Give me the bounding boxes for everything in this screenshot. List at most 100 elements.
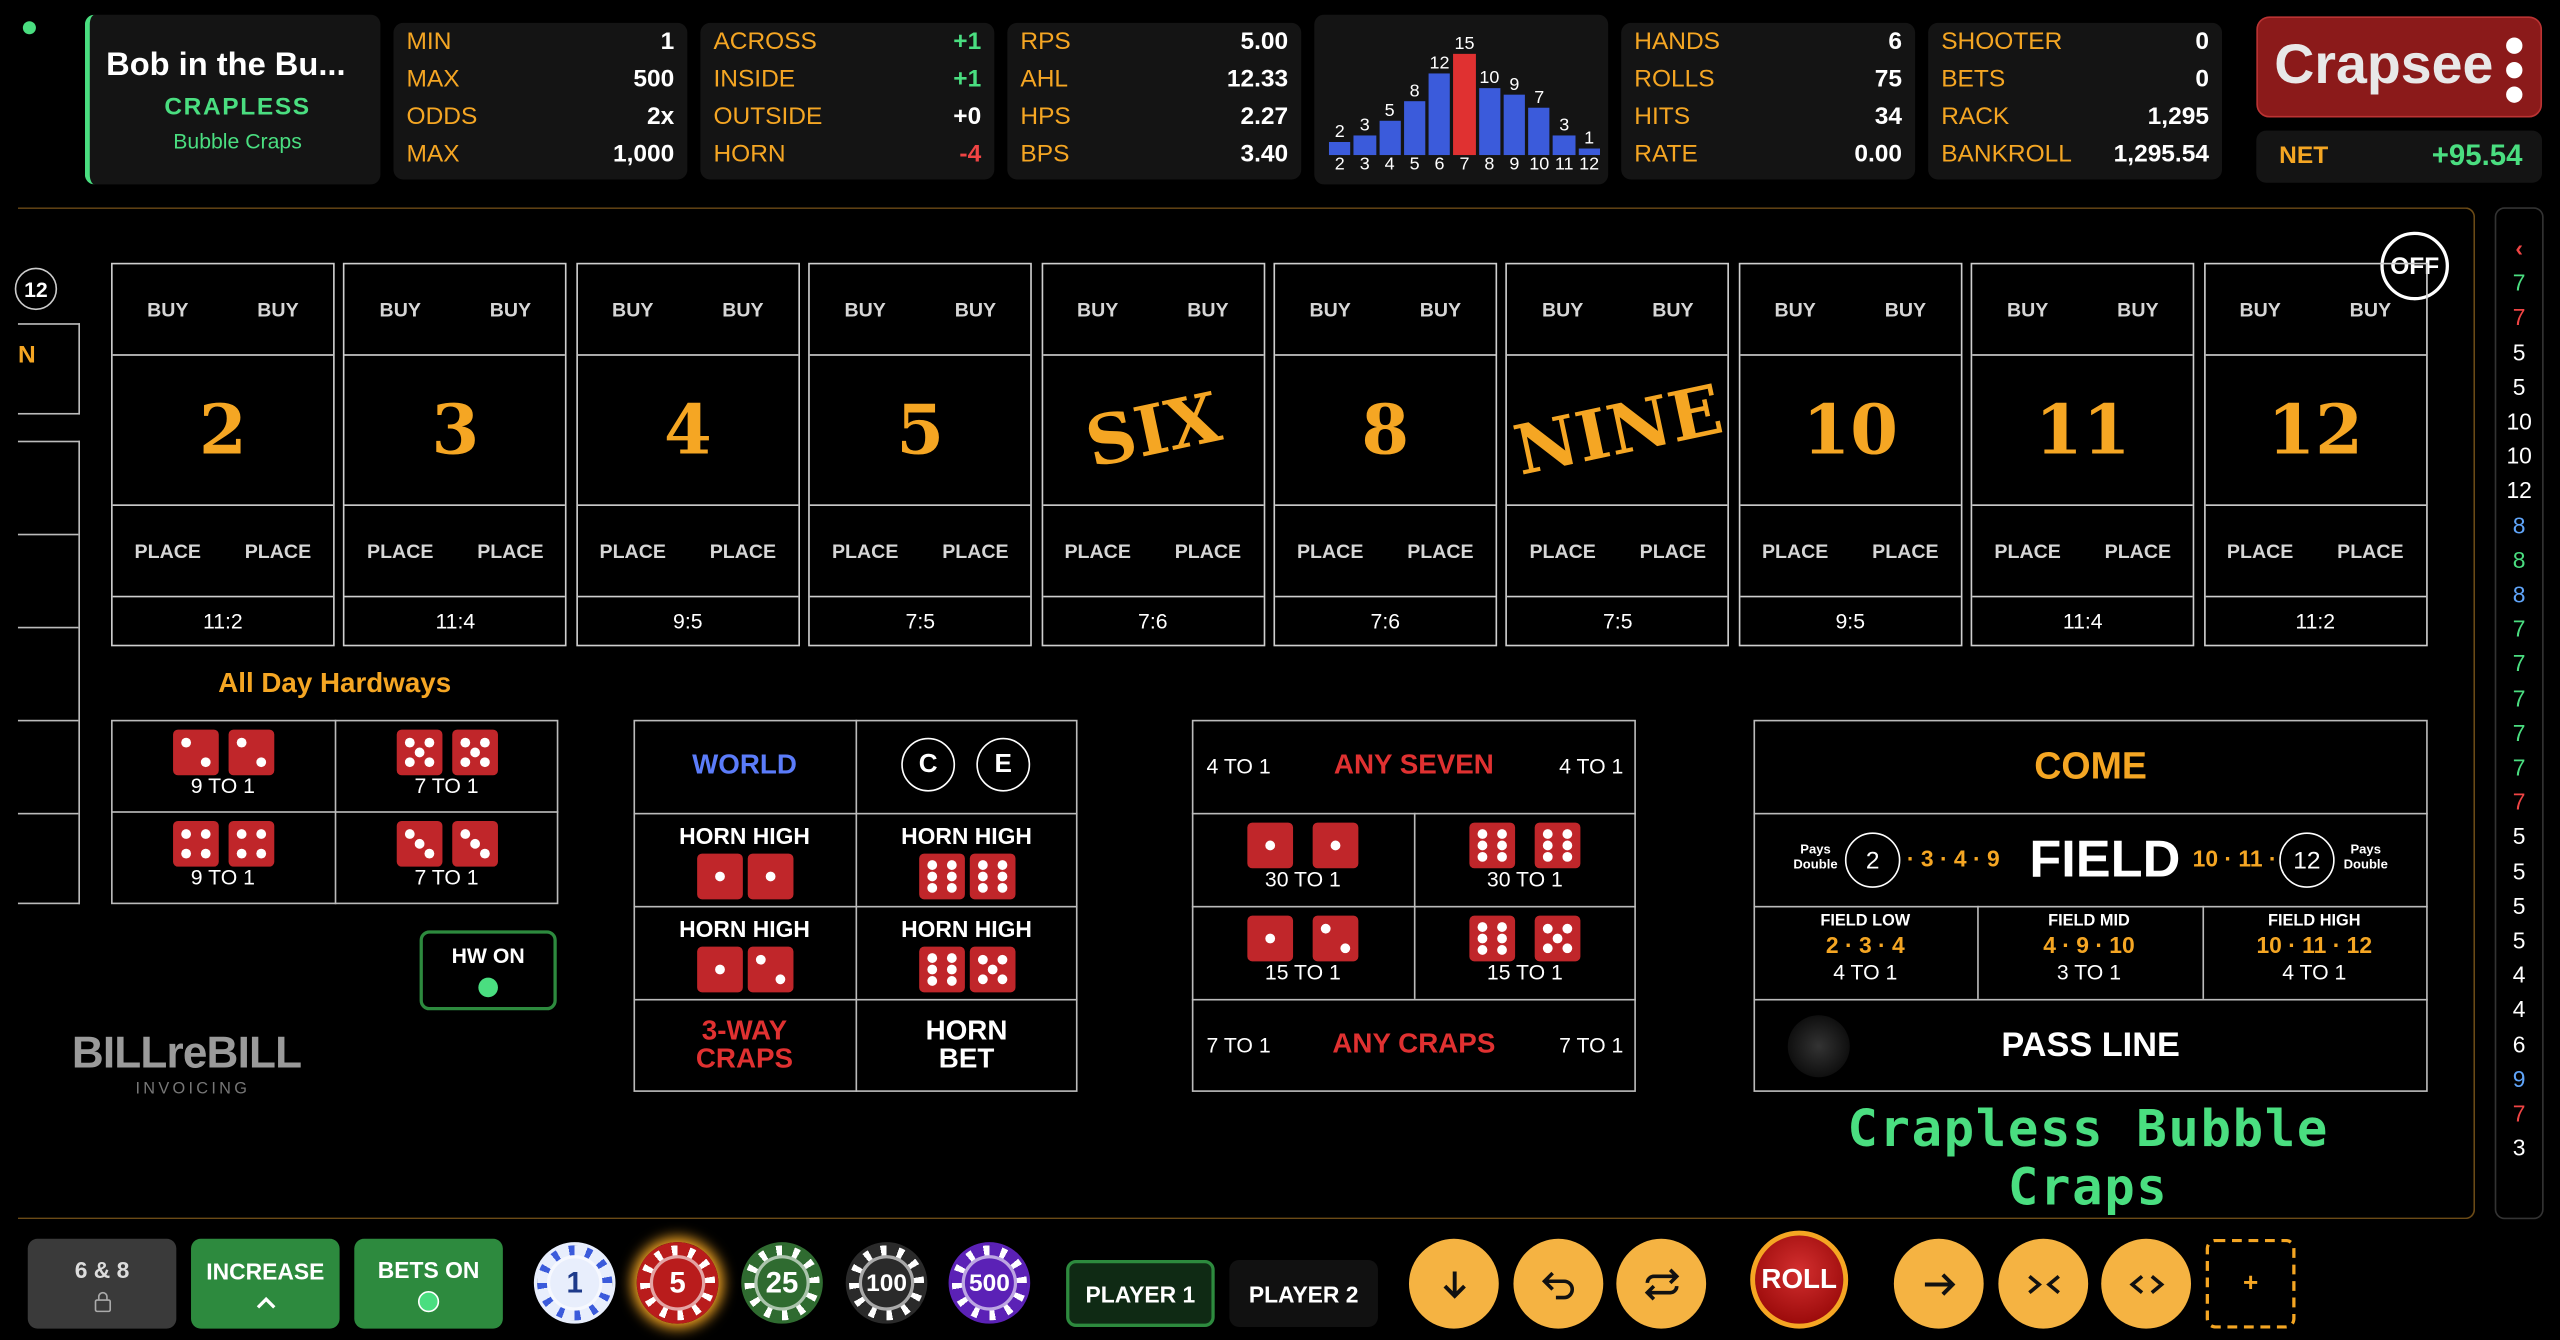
field-high-bet[interactable]: FIELD HIGH 10 · 11 · 12 4 TO 1	[2202, 906, 2426, 999]
number-box-six[interactable]: BUY BUY SIX PLACE PLACE 7:6	[1040, 262, 1265, 647]
next-button[interactable]	[1893, 1238, 1984, 1329]
repeat-button[interactable]	[1616, 1238, 1707, 1329]
table-info-panel[interactable]: Bob in the Bu... CRAPLESS Bubble Craps	[84, 14, 381, 185]
buy-label[interactable]: BUY	[955, 298, 996, 321]
collapse-button[interactable]	[1998, 1238, 2089, 1329]
number-box-2[interactable]: BUY BUY 2 PLACE PLACE 11:2	[111, 262, 335, 647]
place-label[interactable]: PLACE	[2227, 539, 2293, 562]
number-box-5[interactable]: BUY BUY 5 PLACE PLACE 7:5	[808, 262, 1033, 647]
chip-5[interactable]: 5	[636, 1242, 719, 1324]
place-label[interactable]: PLACE	[600, 539, 666, 562]
player-1-tab[interactable]: PLAYER 1	[1066, 1260, 1215, 1327]
number-label[interactable]: SIX	[1042, 356, 1264, 506]
buy-label[interactable]: BUY	[1774, 298, 1815, 321]
prop-bet[interactable]	[1192, 813, 1414, 906]
place-label[interactable]: PLACE	[1640, 539, 1706, 562]
roll-button[interactable]: ROLL	[1750, 1230, 1849, 1329]
down-arrow-button[interactable]	[1408, 1238, 1499, 1329]
place-label[interactable]: PLACE	[1529, 539, 1595, 562]
number-box-11[interactable]: BUY BUY 11 PLACE PLACE 11:4	[1970, 262, 2195, 647]
craps-c-bet[interactable]: C	[901, 737, 956, 792]
expand-button[interactable]	[2101, 1238, 2192, 1329]
place-label[interactable]: PLACE	[135, 539, 201, 562]
prop-bet[interactable]	[1414, 906, 1636, 999]
player-2-tab[interactable]: PLAYER 2	[1229, 1260, 1378, 1327]
field-low-bet[interactable]: FIELD LOW 2 · 3 · 44 TO 1	[1753, 906, 1977, 999]
buy-label[interactable]: BUY	[1542, 298, 1583, 321]
chip-500[interactable]: 500	[948, 1242, 1031, 1324]
six-eight-button[interactable]: 6 & 8	[27, 1238, 177, 1329]
buy-label[interactable]: BUY	[2239, 298, 2280, 321]
number-label[interactable]: 5	[810, 356, 1031, 506]
hardways-on-toggle[interactable]: HW ON	[419, 930, 557, 1011]
buy-label[interactable]: BUY	[1077, 298, 1118, 321]
number-box-8[interactable]: BUY BUY 8 PLACE PLACE 7:6	[1273, 262, 1498, 647]
number-label[interactable]: 10	[1740, 356, 1961, 506]
left-stub-box[interactable]: N	[17, 323, 80, 415]
undo-button[interactable]	[1513, 1238, 1604, 1329]
buy-label[interactable]: BUY	[1652, 298, 1693, 321]
prop-bet[interactable]	[1192, 906, 1414, 999]
chip-25[interactable]: 25	[741, 1242, 823, 1324]
buy-label[interactable]: BUY	[1420, 298, 1461, 321]
number-label[interactable]: 12	[2205, 356, 2426, 506]
left-stub-number[interactable]: 12	[14, 267, 58, 311]
come-bet[interactable]: COME	[1753, 744, 2427, 788]
chip-1[interactable]: 1	[533, 1242, 616, 1324]
number-box-4[interactable]: BUY BUY 4 PLACE PLACE 9:5	[575, 262, 800, 647]
bets-on-button[interactable]: BETS ON	[354, 1238, 503, 1329]
buy-label[interactable]: BUY	[490, 298, 531, 321]
chip-100[interactable]: 100	[845, 1242, 928, 1324]
buy-label[interactable]: BUY	[1187, 298, 1228, 321]
place-label[interactable]: PLACE	[1762, 539, 1828, 562]
place-label[interactable]: PLACE	[1994, 539, 2060, 562]
place-label[interactable]: PLACE	[1407, 539, 1473, 562]
field-mid-bet[interactable]: FIELD MID 4 · 9 · 10 3 TO 1	[1977, 906, 2201, 999]
number-label[interactable]: 11	[1972, 356, 2193, 506]
number-label[interactable]: 3	[345, 356, 566, 506]
buy-label[interactable]: BUY	[612, 298, 653, 321]
buy-label[interactable]: BUY	[380, 298, 421, 321]
buy-label[interactable]: BUY	[2117, 298, 2158, 321]
world-bet[interactable]: WORLD	[633, 749, 855, 782]
place-label[interactable]: PLACE	[1175, 539, 1241, 562]
place-label[interactable]: PLACE	[2337, 539, 2403, 562]
buy-label[interactable]: BUY	[722, 298, 763, 321]
buy-label[interactable]: BUY	[1310, 298, 1351, 321]
crapsee-logo[interactable]: Crapsee	[2256, 16, 2543, 118]
kebab-menu-icon[interactable]	[2506, 37, 2523, 103]
number-label[interactable]: NINE	[1507, 356, 1729, 506]
chevron-left-icon[interactable]: ‹	[2496, 232, 2542, 267]
number-label[interactable]: 2	[112, 356, 334, 506]
place-label[interactable]: PLACE	[1297, 539, 1363, 562]
place-label[interactable]: PLACE	[1872, 539, 1938, 562]
increase-button[interactable]: INCREASE	[191, 1238, 340, 1329]
buy-label[interactable]: BUY	[2350, 298, 2391, 321]
horn-bet[interactable]: HORN BET	[856, 1017, 1078, 1072]
number-box-3[interactable]: BUY BUY 3 PLACE PLACE 11:4	[343, 262, 568, 647]
number-label[interactable]: 8	[1275, 356, 1496, 506]
add-button[interactable]: +	[2205, 1238, 2296, 1329]
three-way-craps-bet[interactable]: 3-WAY CRAPS	[633, 1017, 855, 1072]
buy-label[interactable]: BUY	[257, 298, 298, 321]
place-label[interactable]: PLACE	[2105, 539, 2171, 562]
number-box-nine[interactable]: BUY BUY NINE PLACE PLACE 7:5	[1505, 262, 1730, 647]
place-label[interactable]: PLACE	[477, 539, 543, 562]
number-box-10[interactable]: BUY BUY 10 PLACE PLACE 9:5	[1738, 262, 1963, 647]
buy-label[interactable]: BUY	[2007, 298, 2048, 321]
buy-label[interactable]: BUY	[1885, 298, 1926, 321]
number-box-12[interactable]: BUY BUY 12 PLACE PLACE 11:2	[2203, 262, 2428, 647]
roll-history-sidebar[interactable]: ‹ 7 7 5 5 10 10 12 8 8 8 7 7 7 7 7 7 5 5 5 5 4 4 6 9 7 3	[2494, 207, 2544, 1220]
place-label[interactable]: PLACE	[1064, 539, 1130, 562]
eleven-e-bet[interactable]: E	[976, 737, 1031, 792]
place-label[interactable]: PLACE	[245, 539, 311, 562]
place-label[interactable]: PLACE	[367, 539, 433, 562]
number-label[interactable]: 4	[577, 356, 799, 506]
buy-label[interactable]: BUY	[845, 298, 886, 321]
left-stub-column[interactable]	[17, 440, 80, 905]
buy-label[interactable]: BUY	[147, 298, 188, 321]
place-label[interactable]: PLACE	[710, 539, 776, 562]
place-label[interactable]: PLACE	[832, 539, 898, 562]
place-label[interactable]: PLACE	[942, 539, 1008, 562]
prop-bet[interactable]	[1414, 813, 1636, 906]
